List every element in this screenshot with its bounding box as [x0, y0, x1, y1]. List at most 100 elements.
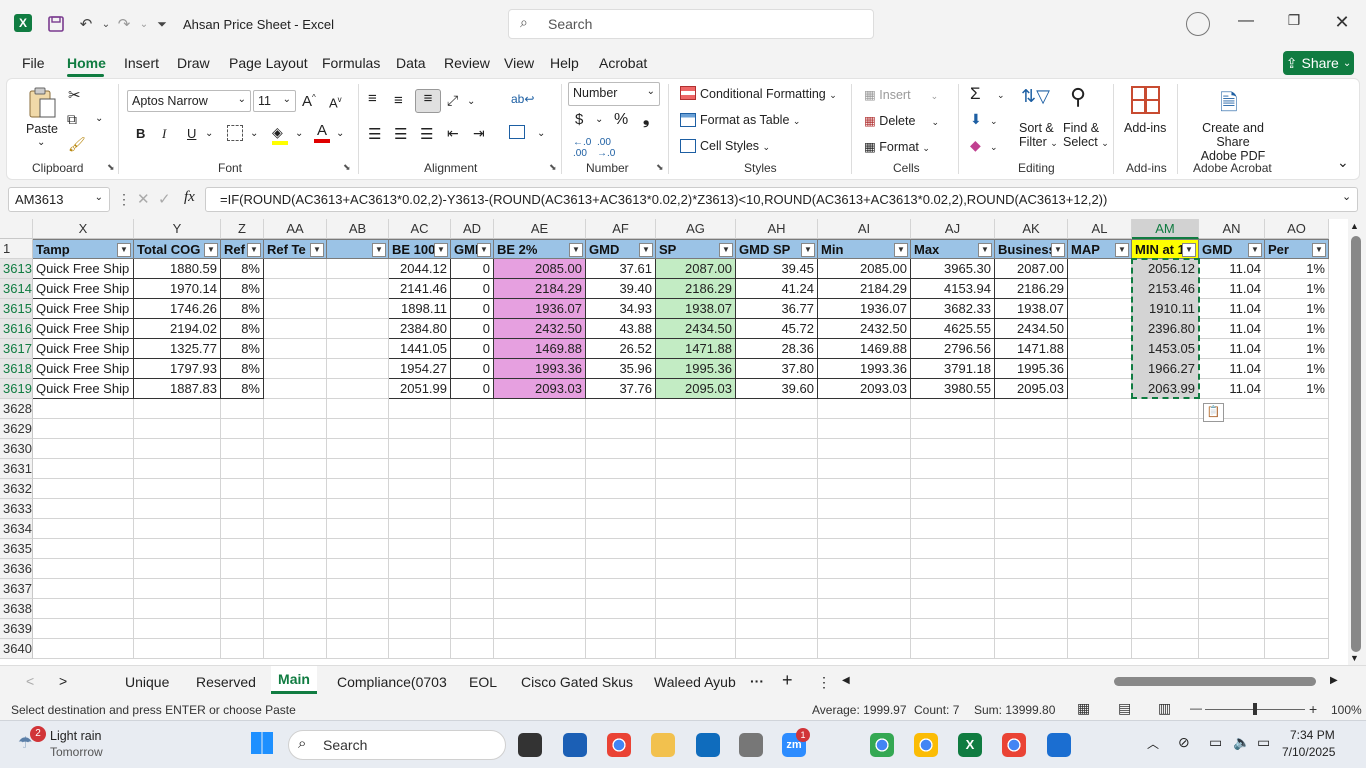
empty-cell[interactable] [221, 419, 264, 439]
table-cell[interactable]: 1% [1265, 339, 1329, 359]
fill-down-icon[interactable]: ⬇ [970, 111, 982, 128]
table-cell[interactable]: 2184.29 [494, 279, 586, 299]
empty-cell[interactable] [221, 519, 264, 539]
empty-cell[interactable] [1132, 639, 1199, 659]
empty-cell[interactable] [995, 419, 1068, 439]
column-header[interactable]: AM [1132, 219, 1199, 239]
table-cell[interactable]: 11.04 [1199, 319, 1265, 339]
row-header[interactable]: 1 [0, 239, 33, 259]
empty-cell[interactable] [818, 439, 911, 459]
column-header[interactable]: AA [264, 219, 327, 239]
empty-cell[interactable] [221, 439, 264, 459]
empty-cell[interactable] [995, 539, 1068, 559]
scroll-right-icon[interactable]: ▶ [1330, 675, 1338, 686]
table-cell[interactable]: 2396.80 [1132, 319, 1199, 339]
empty-cell[interactable] [736, 499, 818, 519]
empty-cell[interactable] [995, 439, 1068, 459]
column-header[interactable]: AO [1265, 219, 1329, 239]
empty-cell[interactable] [656, 459, 736, 479]
table-cell[interactable] [264, 339, 327, 359]
redo-icon[interactable]: ↷ [114, 14, 134, 34]
empty-cell[interactable] [736, 639, 818, 659]
sort-filter-button[interactable]: Sort & Filter ⌄ [1019, 121, 1058, 149]
empty-cell[interactable] [656, 479, 736, 499]
table-cell[interactable] [327, 379, 389, 399]
vertical-scroll-thumb[interactable] [1351, 236, 1361, 652]
table-cell[interactable]: 3965.30 [911, 259, 995, 279]
table-cell[interactable] [327, 279, 389, 299]
table-cell[interactable]: 0 [451, 379, 494, 399]
table-cell[interactable]: 8% [221, 259, 264, 279]
table-cell[interactable]: 1993.36 [818, 359, 911, 379]
empty-cell[interactable] [451, 499, 494, 519]
table-cell[interactable] [327, 259, 389, 279]
table-cell[interactable]: 8% [221, 359, 264, 379]
table-cell[interactable]: 1471.88 [995, 339, 1068, 359]
table-cell[interactable]: 8% [221, 319, 264, 339]
empty-cell[interactable] [389, 639, 451, 659]
column-header[interactable]: AL [1068, 219, 1132, 239]
table-cell[interactable]: 35.96 [586, 359, 656, 379]
empty-cell[interactable] [1265, 579, 1329, 599]
empty-cell[interactable] [736, 459, 818, 479]
empty-cell[interactable] [1265, 499, 1329, 519]
confirm-formula-icon[interactable]: ✓ [158, 190, 171, 208]
empty-cell[interactable] [451, 519, 494, 539]
filter-dropdown-icon[interactable]: ▼ [117, 243, 131, 257]
empty-cell[interactable] [264, 579, 327, 599]
collapse-ribbon-icon[interactable]: ⌄ [1337, 154, 1349, 171]
zoom-in-icon[interactable]: + [1309, 701, 1317, 717]
empty-cell[interactable] [327, 539, 389, 559]
filter-dropdown-icon[interactable]: ▼ [801, 243, 815, 257]
filter-dropdown-icon[interactable]: ▼ [1051, 243, 1065, 257]
outlook-icon[interactable] [696, 733, 720, 757]
empty-cell[interactable] [494, 579, 586, 599]
empty-cell[interactable] [818, 459, 911, 479]
table-cell[interactable]: 1970.14 [134, 279, 221, 299]
table-cell[interactable]: 41.24 [736, 279, 818, 299]
column-header[interactable]: AJ [911, 219, 995, 239]
empty-cell[interactable] [494, 599, 586, 619]
empty-cell[interactable] [221, 559, 264, 579]
table-cell[interactable]: 0 [451, 259, 494, 279]
empty-cell[interactable] [33, 619, 134, 639]
empty-cell[interactable] [656, 539, 736, 559]
empty-cell[interactable] [656, 559, 736, 579]
table-cell[interactable]: 1995.36 [656, 359, 736, 379]
empty-cell[interactable] [33, 599, 134, 619]
empty-cell[interactable] [1132, 399, 1199, 419]
empty-cell[interactable] [264, 519, 327, 539]
table-cell[interactable]: 2056.12 [1132, 259, 1199, 279]
empty-cell[interactable] [451, 559, 494, 579]
minimize-icon[interactable]: — [1234, 12, 1258, 36]
weather-title[interactable]: Light rain [50, 729, 101, 743]
empty-cell[interactable] [656, 599, 736, 619]
empty-cell[interactable] [818, 599, 911, 619]
currency-icon[interactable]: $ [575, 111, 583, 128]
empty-cell[interactable] [586, 479, 656, 499]
table-cell[interactable]: 2384.80 [389, 319, 451, 339]
empty-cell[interactable] [586, 559, 656, 579]
empty-cell[interactable] [33, 639, 134, 659]
table-cell[interactable]: 1993.36 [494, 359, 586, 379]
table-header-cell[interactable]: Per ▼ [1265, 239, 1329, 259]
empty-cell[interactable] [586, 539, 656, 559]
table-header-cell[interactable]: GMI ▼ [451, 239, 494, 259]
empty-cell[interactable] [451, 459, 494, 479]
table-cell[interactable]: 2186.29 [656, 279, 736, 299]
account-avatar-icon[interactable] [1186, 12, 1210, 36]
empty-cell[interactable] [389, 579, 451, 599]
empty-cell[interactable] [995, 459, 1068, 479]
empty-cell[interactable] [389, 499, 451, 519]
format-cells-button[interactable]: ▦ Format ⌄ [864, 139, 930, 154]
table-cell[interactable]: 2184.29 [818, 279, 911, 299]
table-cell[interactable]: 1469.88 [494, 339, 586, 359]
table-cell[interactable] [264, 379, 327, 399]
table-cell[interactable]: 2194.02 [134, 319, 221, 339]
row-header[interactable]: 3634 [0, 519, 33, 539]
column-header[interactable]: X [33, 219, 134, 239]
percent-icon[interactable]: % [614, 111, 628, 129]
empty-cell[interactable] [327, 439, 389, 459]
empty-cell[interactable] [995, 479, 1068, 499]
font-name-dropdown[interactable]: Aptos Narrow ⌄ [127, 90, 251, 112]
